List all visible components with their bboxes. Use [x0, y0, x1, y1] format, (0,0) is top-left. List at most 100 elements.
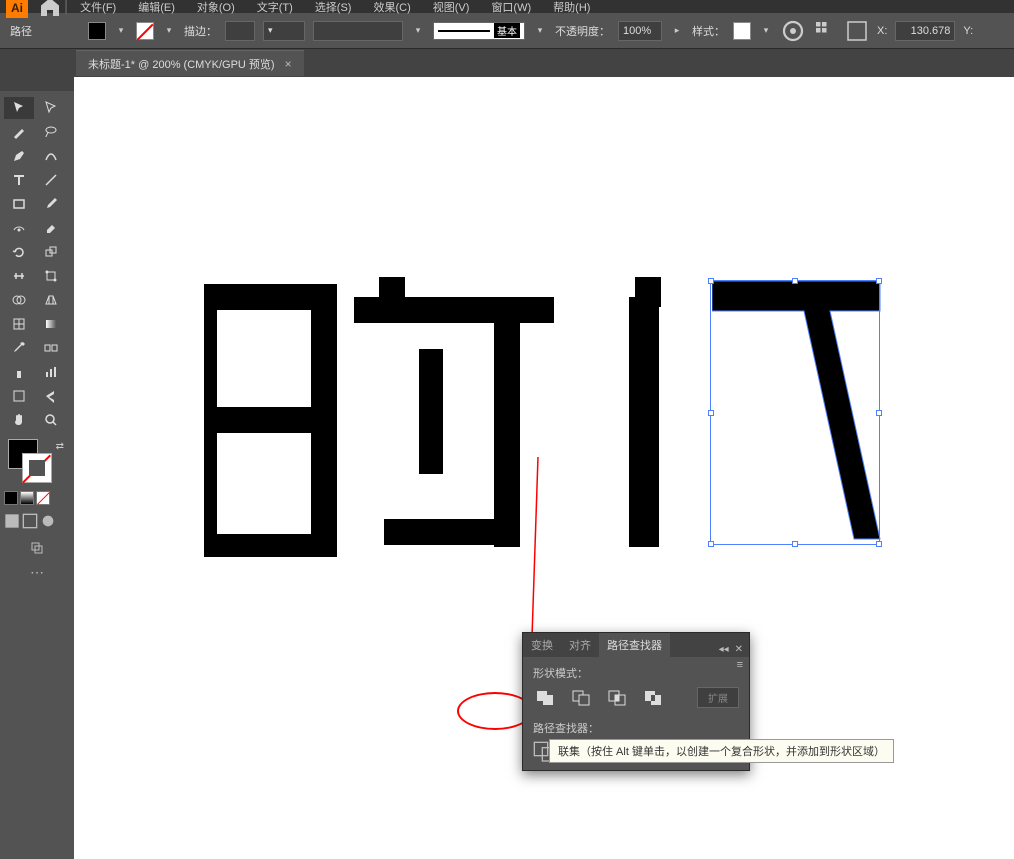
- screen-mode-presentation[interactable]: [40, 513, 56, 529]
- gradient-tool[interactable]: [36, 313, 66, 335]
- intersect-button[interactable]: [605, 688, 629, 708]
- panel-close-icon[interactable]: ✕: [733, 642, 745, 657]
- magic-wand-tool[interactable]: [4, 121, 34, 143]
- selection-handle-br[interactable]: [876, 541, 882, 547]
- document-tab-bar: 未标题-1* @ 200% (CMYK/GPU 预览) ×: [0, 49, 1014, 77]
- menu-type[interactable]: 文字(T): [247, 0, 303, 15]
- menu-help[interactable]: 帮助(H): [543, 0, 600, 15]
- shaper-tool[interactable]: [4, 217, 34, 239]
- color-mode-solid[interactable]: [4, 491, 18, 505]
- stroke-swatch[interactable]: [136, 22, 154, 40]
- brush-dropdown-icon[interactable]: ▾: [411, 24, 425, 38]
- slice-tool[interactable]: [36, 385, 66, 407]
- x-input[interactable]: [895, 21, 955, 41]
- stroke-weight-input[interactable]: [225, 21, 255, 41]
- control-bar: 路径 ▾ ▾ 描边： ▾ ▾ 基本 ▾ 不透明度： ▸ 样式： ▾ X: Y:: [0, 13, 1014, 49]
- shape-builder-tool[interactable]: [4, 289, 34, 311]
- stroke-style-dropdown-icon[interactable]: ▾: [533, 24, 547, 38]
- stroke-dropdown-icon[interactable]: ▾: [162, 24, 176, 38]
- curvature-tool[interactable]: [36, 145, 66, 167]
- lasso-tool[interactable]: [36, 121, 66, 143]
- tab-transform[interactable]: 变换: [523, 633, 561, 657]
- selection-tool[interactable]: [4, 97, 34, 119]
- selection-handle-tm[interactable]: [792, 278, 798, 284]
- fill-dropdown-icon[interactable]: ▾: [114, 24, 128, 38]
- expand-button[interactable]: 扩展: [697, 687, 739, 708]
- stroke-label: 描边：: [184, 23, 217, 39]
- paintbrush-tool[interactable]: [36, 193, 66, 215]
- recolor-icon[interactable]: [781, 19, 805, 43]
- selection-handle-bl[interactable]: [708, 541, 714, 547]
- toolbox: ⇄ ⋯: [0, 77, 74, 859]
- opacity-input[interactable]: [618, 21, 662, 41]
- close-tab-icon[interactable]: ×: [285, 57, 292, 71]
- fill-stroke-indicator[interactable]: ⇄: [4, 439, 70, 487]
- type-tool[interactable]: [4, 169, 34, 191]
- selection-handle-tr[interactable]: [876, 278, 882, 284]
- unite-button[interactable]: [533, 688, 557, 708]
- artwork-mid-character: [629, 277, 679, 547]
- pathfinders-label: 路径查找器：: [533, 720, 739, 736]
- brush-def[interactable]: [313, 21, 403, 41]
- tab-pathfinder[interactable]: 路径查找器: [599, 633, 670, 657]
- stroke-profile[interactable]: ▾: [263, 21, 305, 41]
- zoom-tool[interactable]: [36, 409, 66, 431]
- selection-bounds[interactable]: [710, 280, 880, 545]
- selection-handle-tl[interactable]: [708, 278, 714, 284]
- selection-handle-bm[interactable]: [792, 541, 798, 547]
- panel-collapse-icon[interactable]: ◂◂: [717, 642, 731, 657]
- menu-object[interactable]: 对象(O): [187, 0, 245, 15]
- rotate-tool[interactable]: [4, 241, 34, 263]
- menu-select[interactable]: 选择(S): [305, 0, 362, 15]
- panel-tab-bar: 变换 对齐 路径查找器 ◂◂ ✕: [523, 633, 749, 657]
- menu-window[interactable]: 窗口(W): [481, 0, 541, 15]
- width-tool[interactable]: [4, 265, 34, 287]
- selection-handle-ml[interactable]: [708, 410, 714, 416]
- swap-fill-stroke-icon[interactable]: ⇄: [56, 441, 64, 452]
- menu-file[interactable]: 文件(F): [70, 0, 126, 15]
- document-tab[interactable]: 未标题-1* @ 200% (CMYK/GPU 预览) ×: [76, 50, 304, 76]
- stroke-style-preview[interactable]: 基本: [433, 22, 525, 40]
- menu-edit[interactable]: 编辑(E): [128, 0, 185, 15]
- screen-mode-full[interactable]: [22, 513, 38, 529]
- menu-bar: Ai | 文件(F) 编辑(E) 对象(O) 文字(T) 选择(S) 效果(C)…: [0, 0, 1014, 13]
- exclude-button[interactable]: [641, 688, 665, 708]
- line-tool[interactable]: [36, 169, 66, 191]
- perspective-tool[interactable]: [36, 289, 66, 311]
- transform-icon[interactable]: [845, 19, 869, 43]
- eraser-tool[interactable]: [36, 217, 66, 239]
- shape-modes-label: 形状模式：: [533, 665, 739, 681]
- menu-effect[interactable]: 效果(C): [363, 0, 420, 15]
- direct-selection-tool[interactable]: [36, 97, 66, 119]
- style-dropdown-icon[interactable]: ▾: [759, 24, 773, 38]
- symbol-sprayer-tool[interactable]: [4, 361, 34, 383]
- mesh-tool[interactable]: [4, 313, 34, 335]
- fill-swatch[interactable]: [88, 22, 106, 40]
- home-icon[interactable]: [38, 0, 62, 13]
- scale-tool[interactable]: [36, 241, 66, 263]
- tab-align[interactable]: 对齐: [561, 633, 599, 657]
- edit-toolbar-icon[interactable]: ⋯: [22, 561, 52, 583]
- opacity-dropdown-icon[interactable]: ▸: [670, 24, 684, 38]
- artboard-tool[interactable]: [4, 385, 34, 407]
- selection-handle-mr[interactable]: [876, 410, 882, 416]
- hand-tool[interactable]: [4, 409, 34, 431]
- column-graph-tool[interactable]: [36, 361, 66, 383]
- screen-mode-normal[interactable]: [4, 513, 20, 529]
- pen-tool[interactable]: [4, 145, 34, 167]
- free-transform-tool[interactable]: [36, 265, 66, 287]
- color-mode-none[interactable]: [36, 491, 50, 505]
- stroke-indicator[interactable]: [22, 453, 52, 483]
- menu-view[interactable]: 视图(V): [423, 0, 480, 15]
- canvas[interactable]: 变换 对齐 路径查找器 ◂◂ ✕ ≡ 形状模式：: [74, 77, 1014, 859]
- panel-menu-icon[interactable]: ≡: [737, 659, 743, 671]
- color-mode-gradient[interactable]: [20, 491, 34, 505]
- eyedropper-tool[interactable]: [4, 337, 34, 359]
- minus-front-button[interactable]: [569, 688, 593, 708]
- blend-tool[interactable]: [36, 337, 66, 359]
- style-swatch[interactable]: [733, 22, 751, 40]
- toolbox-grip[interactable]: [0, 77, 74, 91]
- rectangle-tool[interactable]: [4, 193, 34, 215]
- align-icon[interactable]: [813, 19, 837, 43]
- draw-mode-icon[interactable]: [22, 537, 52, 559]
